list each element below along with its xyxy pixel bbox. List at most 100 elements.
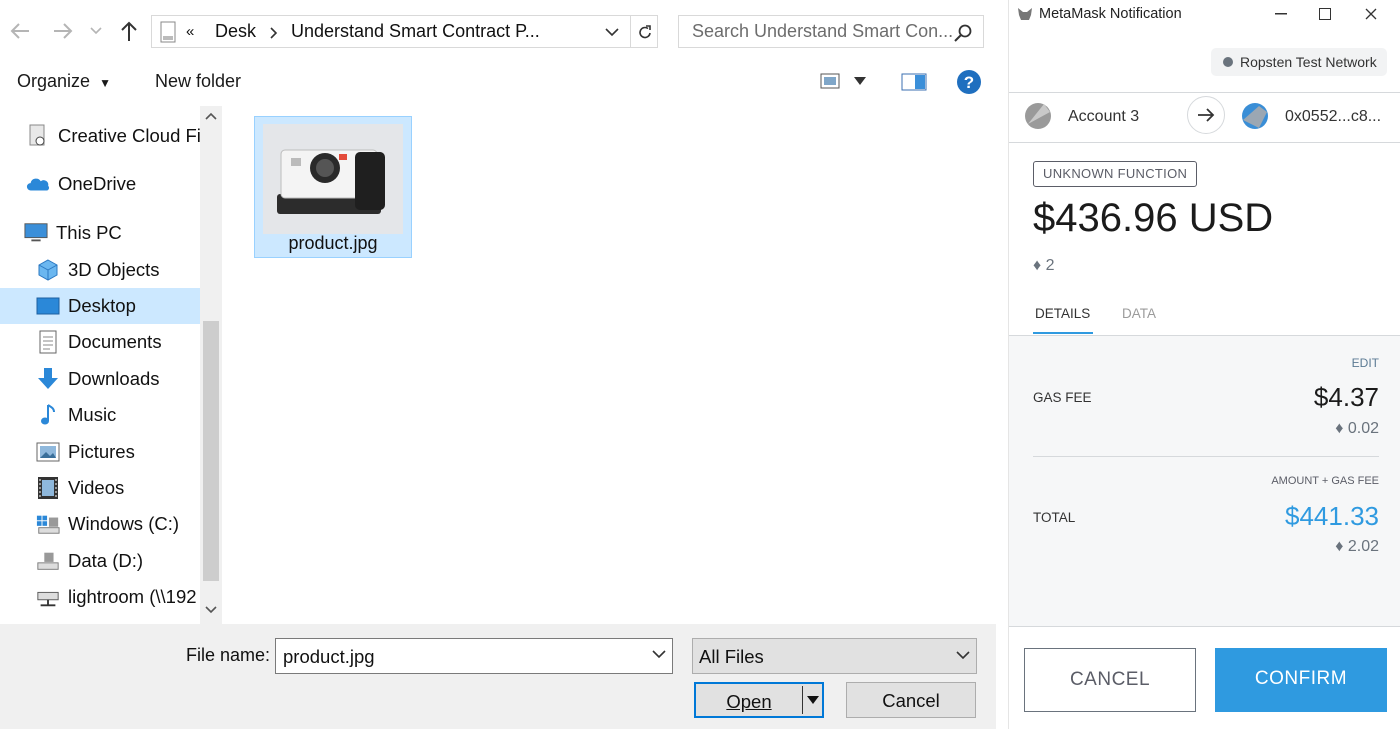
documents-icon	[36, 330, 60, 354]
nav-item-downloads[interactable]: Downloads	[0, 361, 200, 397]
chevron-down-icon	[854, 77, 866, 85]
breadcrumb-desk[interactable]: Desk	[215, 21, 256, 42]
camera-photo-icon	[263, 124, 403, 234]
nav-item-music[interactable]: Music	[0, 397, 200, 433]
view-thumbnails-icon	[820, 73, 840, 89]
open-button[interactable]: Open	[694, 682, 824, 718]
gas-fee-eth: ♦ 0.02	[1335, 420, 1379, 437]
desktop-icon	[36, 294, 60, 318]
breadcrumb-current-folder[interactable]: Understand Smart Contract P...	[291, 21, 540, 42]
nav-item-label: Downloads	[68, 368, 160, 389]
reject-button[interactable]: CANCEL	[1024, 648, 1196, 712]
file-name: product.jpg	[288, 233, 378, 253]
back-button[interactable]	[7, 18, 33, 44]
nav-item-onedrive[interactable]: OneDrive	[0, 166, 200, 202]
transaction-amount-usd: $436.96 USD	[1033, 196, 1274, 240]
total-eth: ♦ 2.02	[1335, 538, 1379, 555]
details-panel: EDIT GAS FEE $4.37 ♦ 0.02 AMOUNT + GAS F…	[1009, 336, 1400, 626]
help-icon[interactable]: ?	[956, 69, 982, 95]
windows-drive-icon	[36, 512, 60, 536]
navigation-pane: Creative Cloud Fil OneDrive This PC 3D O…	[0, 106, 222, 624]
confirm-button[interactable]: CONFIRM	[1215, 648, 1387, 712]
nav-item-label: Music	[68, 404, 117, 425]
cancel-button[interactable]: Cancel	[846, 682, 976, 718]
nav-item-pictures[interactable]: Pictures	[0, 434, 200, 470]
search-input[interactable]: Search Understand Smart Con...	[678, 15, 984, 48]
divider	[1033, 456, 1379, 457]
scroll-up-icon[interactable]	[205, 112, 217, 120]
new-folder-button[interactable]: New folder	[155, 71, 241, 92]
edit-gas-link[interactable]: EDIT	[1352, 356, 1379, 370]
minimize-icon[interactable]	[1269, 4, 1293, 24]
nav-item-label: 3D Objects	[68, 259, 160, 280]
nav-item-videos[interactable]: Videos	[0, 470, 200, 506]
forward-button[interactable]	[50, 18, 76, 44]
downloads-icon	[36, 367, 60, 391]
svg-text:?: ?	[964, 73, 974, 92]
nav-item-creative-cloud[interactable]: Creative Cloud Fil	[0, 118, 200, 154]
nav-item-windows-c[interactable]: Windows (C:)	[0, 506, 200, 542]
nav-item-documents[interactable]: Documents	[0, 324, 200, 360]
file-item[interactable]: product.jpg	[254, 116, 412, 258]
nav-item-label: OneDrive	[58, 173, 137, 194]
up-button[interactable]	[116, 18, 142, 44]
up-arrow-icon	[121, 21, 137, 41]
file-name-input[interactable]: product.jpg	[275, 638, 673, 674]
network-status-dot	[1223, 57, 1233, 67]
nav-item-3d-objects[interactable]: 3D Objects	[0, 252, 200, 288]
command-bar: Organize ▼ New folder ?	[0, 62, 996, 102]
function-badge: UNKNOWN FUNCTION	[1033, 161, 1198, 187]
nav-item-this-pc[interactable]: This PC	[0, 215, 200, 251]
recipient-avatar	[1241, 102, 1269, 130]
videos-icon	[36, 476, 60, 500]
window-gap	[996, 0, 1008, 729]
pictures-icon	[36, 440, 60, 464]
nav-item-label: Pictures	[68, 441, 135, 462]
view-options-button[interactable]	[820, 73, 866, 89]
transaction-amount-eth: ♦ 2	[1033, 257, 1055, 274]
active-tab-indicator	[1033, 332, 1093, 334]
organize-menu[interactable]: Organize ▼	[17, 71, 111, 92]
navigation-scrollbar[interactable]	[200, 106, 222, 624]
to-address[interactable]: 0x0552...c8...	[1285, 108, 1381, 126]
chevron-down-icon[interactable]	[652, 649, 666, 659]
network-selector[interactable]: Ropsten Test Network	[1211, 48, 1387, 76]
chevron-down-icon	[956, 650, 970, 660]
preview-pane-icon[interactable]	[901, 73, 927, 91]
maximize-icon[interactable]	[1313, 4, 1337, 24]
tab-details[interactable]: DETAILS	[1035, 306, 1090, 321]
image-thumbnail	[263, 124, 403, 234]
back-arrow-icon	[10, 23, 29, 39]
address-bar[interactable]: « Desk Understand Smart Contract P...	[151, 15, 658, 48]
nav-item-label: Documents	[68, 331, 162, 352]
divider	[1009, 142, 1400, 143]
metamask-notification-window: MetaMask Notification Ropsten Test Netwo…	[1008, 0, 1400, 729]
file-type-value: All Files	[699, 646, 764, 667]
scroll-down-icon[interactable]	[205, 606, 217, 614]
address-bar-row: « Desk Understand Smart Contract P... Se…	[0, 0, 996, 62]
tab-data[interactable]: DATA	[1122, 306, 1156, 321]
window-title: MetaMask Notification	[1039, 6, 1182, 22]
nav-item-label: Creative Cloud Fil	[58, 125, 200, 146]
open-split-dropdown[interactable]	[802, 686, 822, 714]
nav-item-label: This PC	[56, 222, 122, 243]
search-icon	[953, 23, 973, 43]
dialog-footer: File name: product.jpg All Files Open Ca…	[0, 624, 996, 729]
account-avatar	[1024, 102, 1052, 130]
close-icon[interactable]	[1359, 4, 1383, 24]
nav-item-desktop[interactable]: Desktop	[0, 288, 200, 324]
open-button-label: Open	[726, 691, 772, 712]
metamask-fox-icon	[1017, 7, 1033, 21]
scrollbar-thumb[interactable]	[203, 321, 219, 581]
nav-item-label: Data (D:)	[68, 550, 144, 571]
recent-locations-button[interactable]	[86, 18, 106, 44]
total-usd: $441.33	[1285, 501, 1379, 531]
file-type-select[interactable]: All Files	[692, 638, 977, 674]
refresh-icon[interactable]	[630, 16, 658, 47]
nav-item-lightroom[interactable]: lightroom (\\192	[0, 579, 200, 615]
from-account-name[interactable]: Account 3	[1068, 108, 1139, 126]
breadcrumb-overflow[interactable]: «	[186, 23, 194, 40]
address-dropdown-icon[interactable]	[605, 27, 619, 37]
nav-item-data-d[interactable]: Data (D:)	[0, 543, 200, 579]
chevron-down-icon: ▼	[99, 76, 111, 90]
